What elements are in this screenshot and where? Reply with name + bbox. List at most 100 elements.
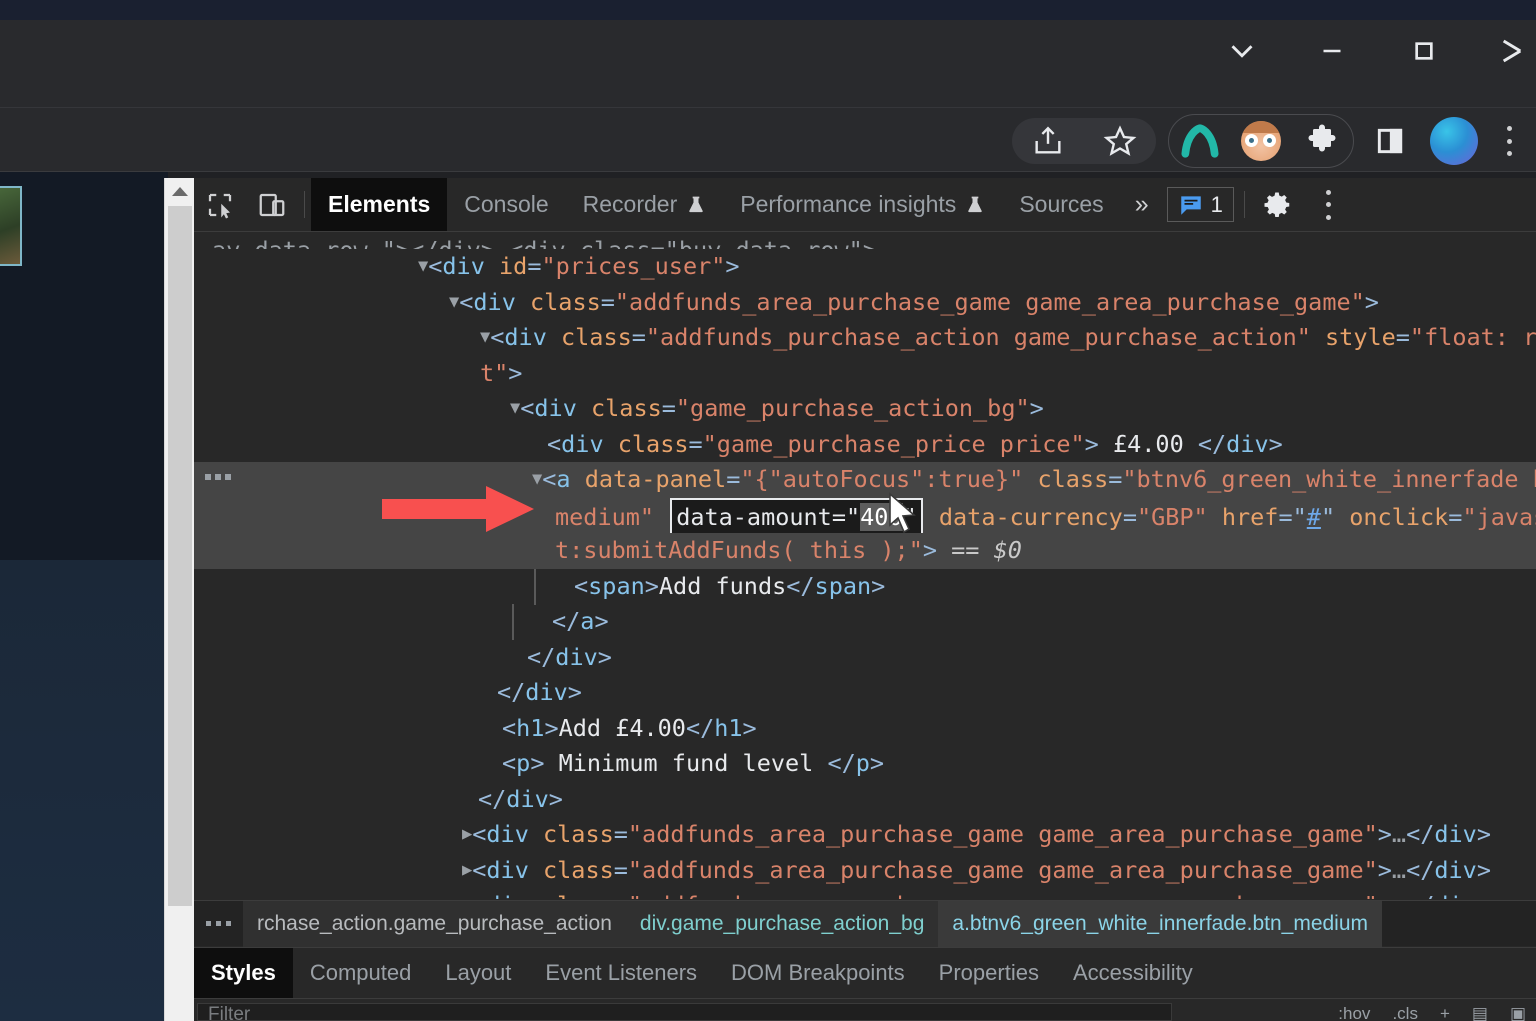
tab-performance-insights[interactable]: Performance insights (723, 178, 1002, 231)
page-scrollbar[interactable] (164, 178, 195, 1021)
breadcrumb-item-3[interactable]: a.btnv6_green_white_innerfade.btn_medium (938, 900, 1383, 947)
class-toggle[interactable]: .cls (1392, 1004, 1418, 1021)
tab-dom-breakpoints[interactable]: DOM Breakpoints (714, 948, 922, 998)
tab-computed[interactable]: Computed (293, 948, 429, 998)
dom-token-tag: a (580, 607, 595, 635)
dom-token-punct: = (1448, 502, 1463, 531)
print-media-icon[interactable]: ▤ (1472, 1004, 1488, 1021)
maximize-icon[interactable] (1380, 20, 1468, 82)
dom-token-punct: = (1278, 502, 1293, 531)
dom-tree-line[interactable]: ▶<div class="addfunds_area_purchase_game… (194, 888, 1536, 899)
device-toolbar-icon[interactable] (246, 178, 298, 231)
dom-tree-line[interactable]: ▶<div class="addfunds_area_purchase_game… (194, 817, 1536, 853)
page-scrollbar-thumb[interactable] (168, 206, 192, 906)
collapse-twisty-icon[interactable]: ▼ (480, 327, 490, 347)
breadcrumb: rchase_action.game_purchase_action div.g… (194, 900, 1536, 947)
toolbar-divider (0, 171, 1536, 172)
dom-tree-line[interactable]: ▼<div class="addfunds_purchase_action ga… (194, 320, 1536, 356)
tab-elements[interactable]: Elements (311, 178, 448, 231)
dom-token-attr: class (603, 429, 689, 458)
dom-tree-line[interactable]: ▼<div class="addfunds_area_purchase_game… (194, 285, 1536, 321)
underlying-page-lower (0, 560, 168, 1021)
profile-avatar[interactable] (1420, 117, 1488, 165)
dom-tree-line[interactable]: ▼<div id="prices_user"> (194, 249, 1536, 285)
collapse-twisty-icon[interactable]: ▼ (510, 398, 520, 418)
expand-twisty-icon[interactable]: ▶ (462, 824, 472, 844)
dom-token-punct: > (644, 571, 659, 600)
dom-token-punct: < (472, 820, 487, 848)
tab-accessibility-label: Accessibility (1072, 960, 1193, 985)
dom-token-tag: h1 (516, 713, 545, 742)
tab-sources[interactable]: Sources (1002, 178, 1120, 231)
settings-gear-icon[interactable] (1251, 178, 1303, 231)
more-tabs-label: » (1134, 190, 1149, 218)
tab-layout[interactable]: Layout (428, 948, 528, 998)
game-thumbnail-image[interactable] (0, 186, 22, 266)
share-icon[interactable] (1024, 118, 1072, 164)
dom-token-attr: class (576, 394, 662, 422)
dom-tree-line[interactable]: t"> (194, 356, 1536, 392)
dom-tree-line[interactable]: <span>Add funds</span> (194, 568, 1536, 605)
dom-token-tag: div (534, 394, 577, 422)
dom-tree-line[interactable]: t:submitAddFunds( this );"> == $0 (194, 533, 1536, 569)
dom-token-val: "addfunds_area_purchase_game game_area_p… (627, 820, 1378, 848)
expand-twisty-icon[interactable]: ▶ (462, 895, 472, 899)
tab-console[interactable]: Console (447, 178, 565, 231)
filter-input[interactable]: Filter (197, 1003, 1172, 1021)
dom-token-punct: = (688, 429, 703, 458)
dom-tree-line[interactable]: </div> (194, 782, 1536, 818)
close-icon[interactable] (1484, 20, 1536, 82)
dom-token-punct: " (1292, 502, 1307, 531)
chrome-menu-icon[interactable] (1488, 118, 1530, 164)
dom-token-tag: div (486, 820, 529, 848)
more-tabs-icon[interactable]: » (1121, 178, 1163, 231)
dom-tree-line[interactable]: <h1>Add £4.00</h1> (194, 711, 1536, 747)
devtools-more-icon[interactable] (1303, 178, 1355, 231)
issues-count-label: 1 (1210, 191, 1223, 217)
dom-token-tag: a (556, 465, 571, 493)
dom-tree-line[interactable]: </a> (194, 604, 1536, 640)
minimize-icon[interactable] (1288, 20, 1376, 82)
dom-tree-line[interactable]: ▼<div class="game_purchase_action_bg"> (194, 391, 1536, 427)
hover-state-toggle[interactable]: :hov (1338, 1004, 1370, 1021)
issues-counter-button[interactable]: 1 (1166, 187, 1234, 222)
expand-twisty-icon[interactable]: ▶ (462, 860, 472, 880)
tab-accessibility[interactable]: Accessibility (1056, 948, 1210, 998)
tab-properties[interactable]: Properties (922, 948, 1056, 998)
new-style-rule-button[interactable]: + (1440, 1004, 1450, 1021)
dom-tree-line[interactable]: ay_data_row "></div> <div class="buy_dat… (194, 233, 1536, 249)
dom-token-dim: ay_data_row "></div> <div class="buy_dat… (212, 236, 877, 249)
tab-recorder[interactable]: Recorder (566, 178, 724, 231)
dom-token-punct: > (544, 713, 559, 742)
collapse-twisty-icon[interactable]: ▼ (418, 256, 428, 276)
collapse-twisty-icon[interactable]: ▼ (449, 292, 459, 312)
tab-event-listeners[interactable]: Event Listeners (528, 948, 714, 998)
data-amount-attribute-editor[interactable]: data-amount="400" (670, 497, 923, 537)
inspect-element-icon[interactable] (194, 178, 246, 231)
breadcrumb-item-1[interactable]: rchase_action.game_purchase_action (243, 900, 626, 947)
collapse-chevron-down-icon[interactable] (1198, 20, 1286, 82)
dom-tree-line[interactable]: <p> Minimum fund level </p> (194, 746, 1536, 782)
dom-token-punct: < (520, 394, 535, 422)
dom-tree[interactable]: ay_data_row "></div> <div class="buy_dat… (194, 233, 1536, 899)
dom-tree-line[interactable]: </div> (194, 675, 1536, 711)
extensions-puzzle-icon[interactable] (1298, 118, 1346, 164)
breadcrumb-item-3-label: a.btnv6_green_white_innerfade.btn_medium (952, 911, 1369, 935)
dom-token-val: t" (480, 358, 509, 387)
nordvpn-icon[interactable] (1176, 118, 1224, 164)
scroll-up-arrow-icon[interactable] (165, 178, 195, 204)
side-panel-icon[interactable] (1360, 118, 1420, 164)
dom-tree-line[interactable]: ▶<div class="addfunds_area_purchase_game… (194, 853, 1536, 889)
bookmark-star-icon[interactable] (1096, 118, 1144, 164)
dom-token-tag: div (1434, 891, 1476, 899)
tab-styles[interactable]: Styles (194, 948, 293, 998)
face-avatar-icon[interactable] (1237, 118, 1285, 164)
dom-tree-line[interactable]: </div> (194, 640, 1536, 676)
breadcrumb-item-2[interactable]: div.game_purchase_action_bg (625, 900, 939, 947)
dom-token-punct: > (1476, 820, 1491, 848)
dom-line-overflow-icon[interactable] (205, 474, 231, 480)
computed-styles-icon[interactable]: ▣ (1510, 1004, 1526, 1021)
breadcrumb-overflow-icon[interactable] (194, 921, 243, 926)
dom-tree-line[interactable]: <div class="game_purchase_price price"> … (194, 427, 1536, 463)
dom-token-punct: < (490, 323, 505, 351)
